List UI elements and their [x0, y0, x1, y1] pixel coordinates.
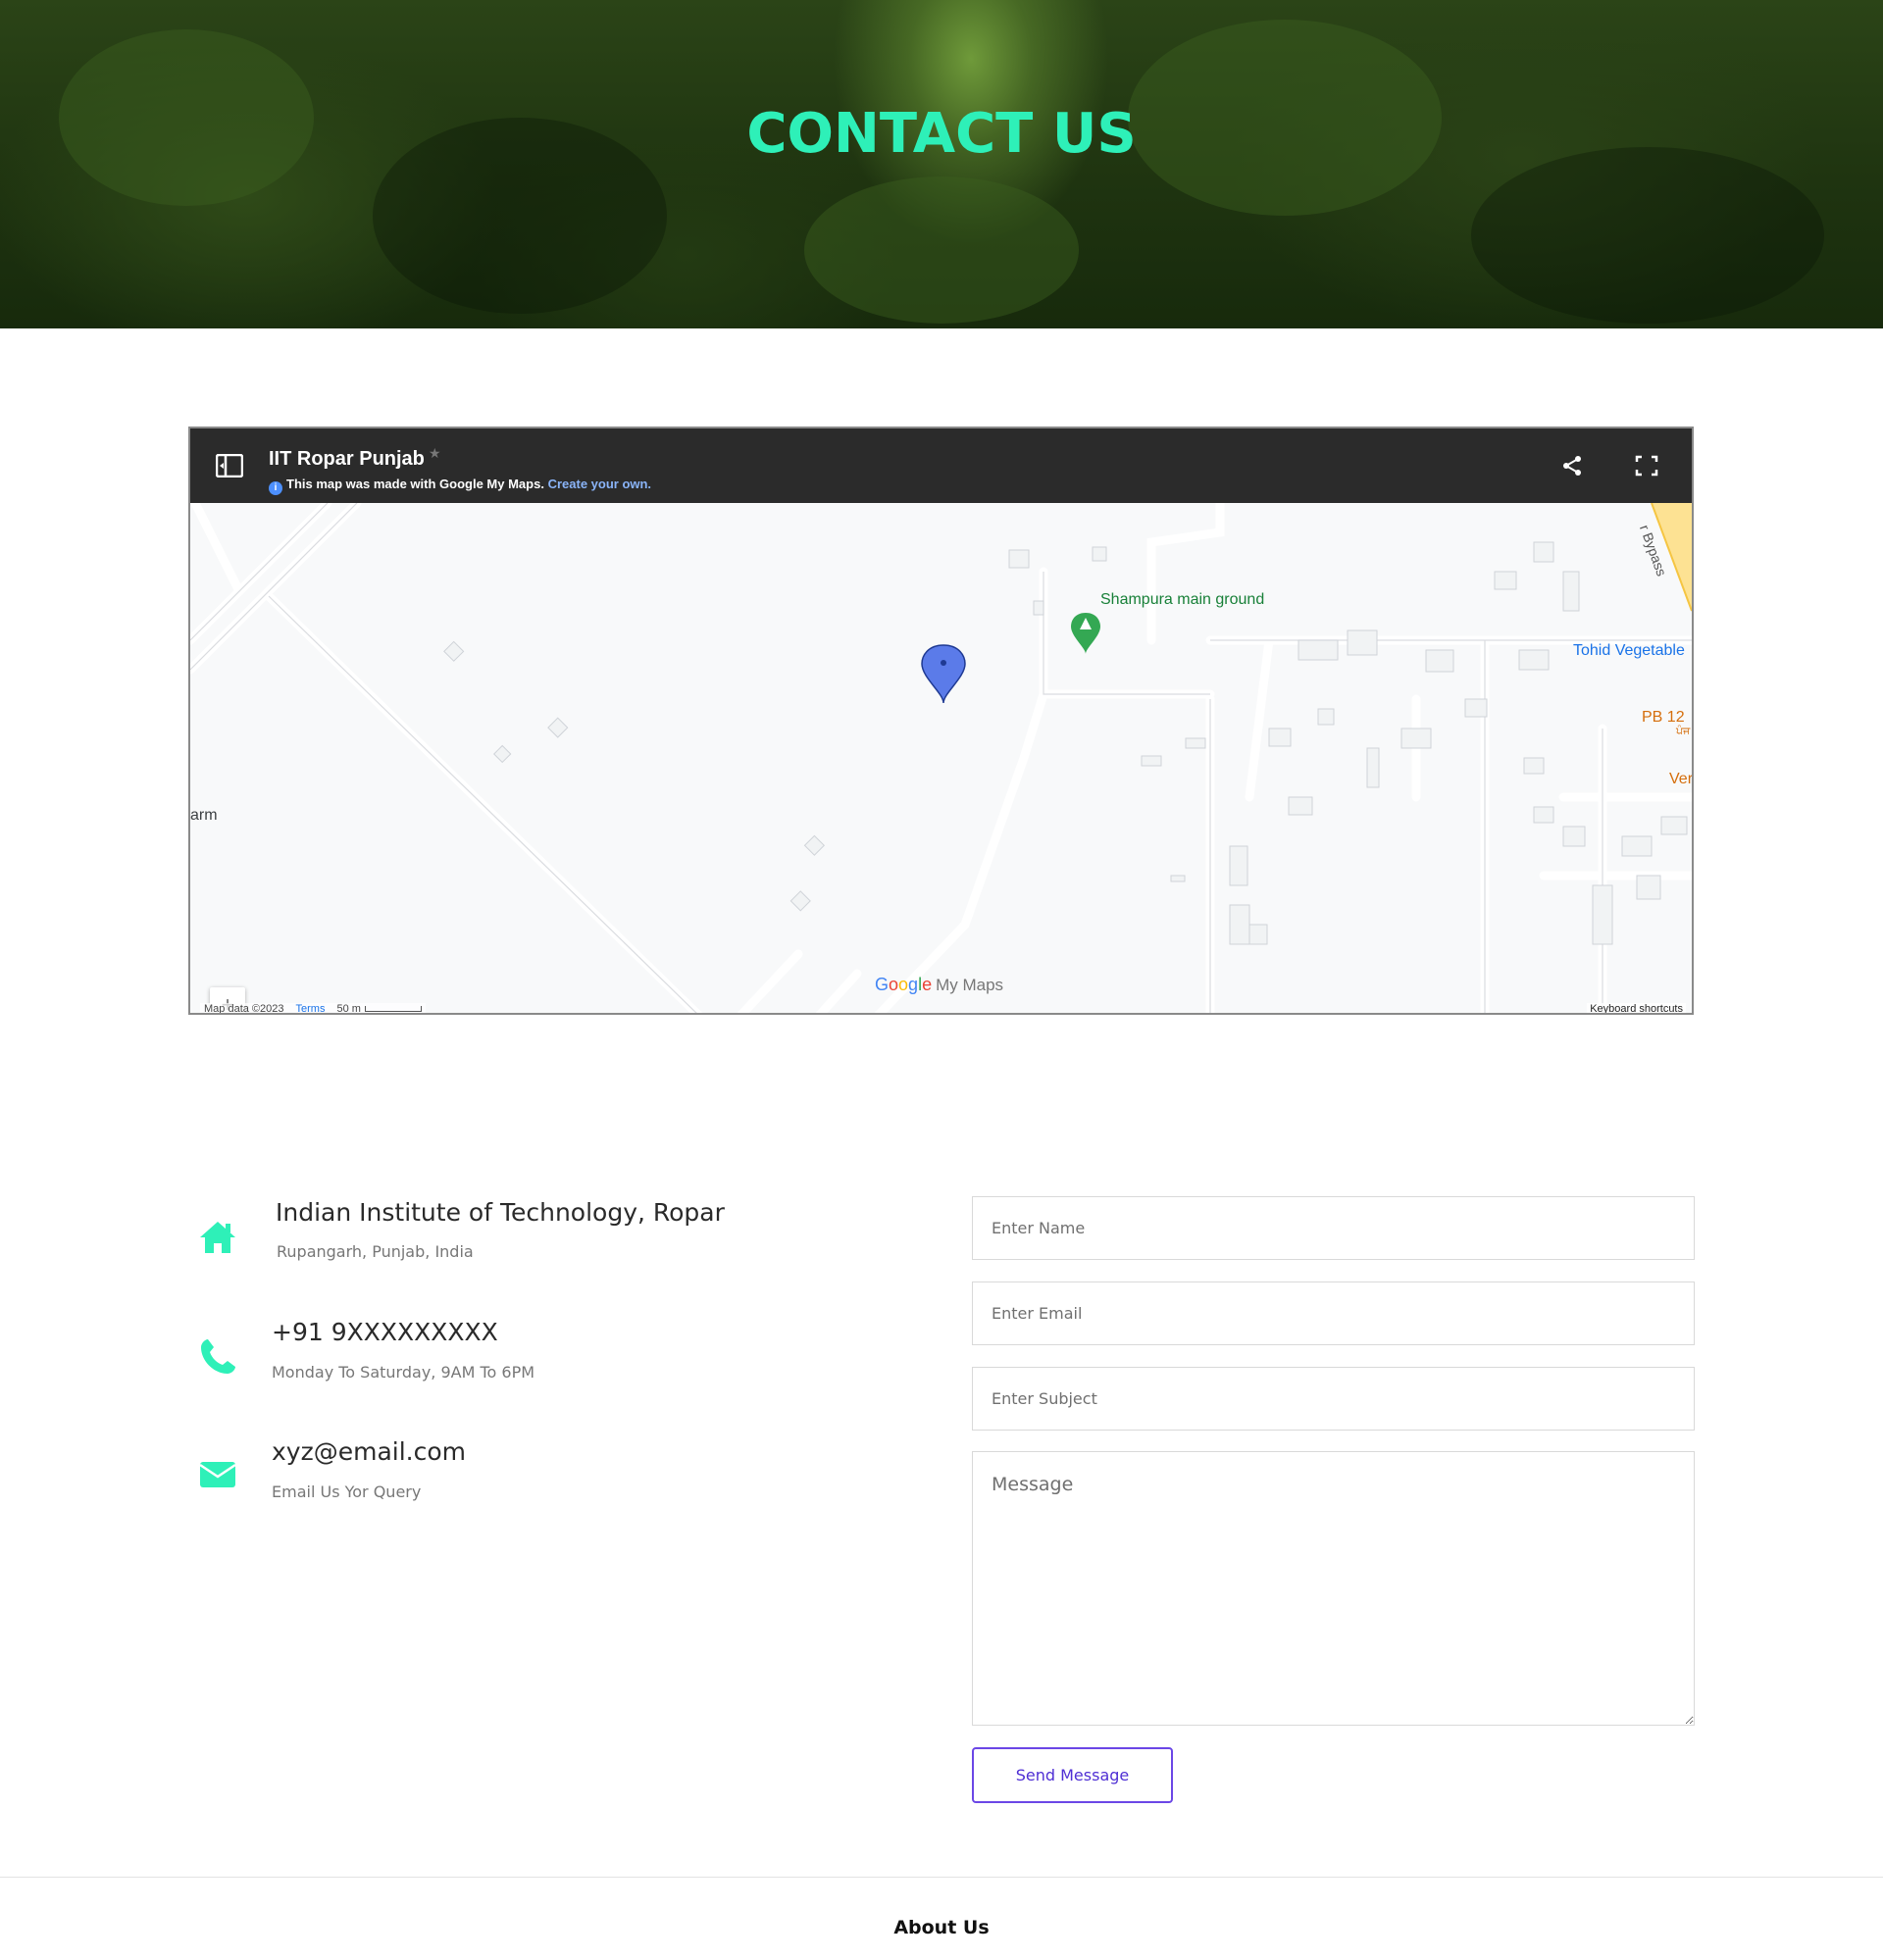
map-attribution: Map data ©2023 Terms 50 m: [200, 1003, 426, 1015]
map-label-ver[interactable]: Ver: [1669, 771, 1692, 788]
map-subtitle: i This map was made with Google My Maps. …: [269, 477, 651, 495]
email-input[interactable]: [972, 1282, 1695, 1345]
footer: About Us: [0, 1877, 1883, 1960]
map-subtitle-text: This map was made with Google My Maps.: [286, 477, 544, 491]
email-subtitle: Email Us Yor Query: [272, 1483, 422, 1501]
star-icon[interactable]: ★: [429, 446, 441, 462]
share-icon[interactable]: [1560, 454, 1584, 477]
tree-marker-icon: [1071, 613, 1100, 654]
map-label-pb12-sub: ਪੰਜ: [1676, 726, 1691, 737]
address-title: Indian Institute of Technology, Ropar: [276, 1198, 725, 1227]
map-label-pb12[interactable]: PB 12: [1642, 709, 1685, 727]
send-message-button[interactable]: Send Message: [972, 1747, 1173, 1803]
map-canvas[interactable]: Shampura main ground Tohid Vegetable PB …: [190, 498, 1692, 1015]
scale-bar: [364, 1006, 422, 1012]
map-pin-icon: [921, 644, 966, 704]
email-title[interactable]: xyz@email.com: [272, 1437, 466, 1466]
scale-label[interactable]: 50 m: [336, 1003, 360, 1013]
page-title: CONTACT US: [746, 102, 1137, 166]
map-title[interactable]: IIT Ropar Punjab: [269, 448, 425, 471]
footer-about-heading: About Us: [893, 1917, 990, 1938]
message-textarea[interactable]: [972, 1451, 1695, 1726]
home-icon: [200, 1222, 235, 1253]
name-input[interactable]: [972, 1196, 1695, 1260]
keyboard-shortcuts-link[interactable]: Keyboard shortcuts: [1587, 1003, 1686, 1013]
map-label-arm: arm: [190, 807, 218, 824]
google-my-maps-logo: Google My Maps: [875, 975, 1004, 994]
hero-foliage: [1471, 147, 1824, 324]
phone-icon: [201, 1339, 235, 1374]
sidebar-toggle-icon[interactable]: [216, 454, 243, 477]
envelope-icon: [199, 1462, 236, 1487]
my-maps-text: My Maps: [936, 976, 1004, 994]
address-subtitle: Rupangarh, Punjab, India: [277, 1242, 474, 1261]
subject-input[interactable]: [972, 1367, 1695, 1431]
terms-link[interactable]: Terms: [296, 1003, 326, 1013]
info-icon: i: [269, 481, 282, 495]
map-label-shampura[interactable]: Shampura main ground: [1100, 591, 1264, 609]
map-header: IIT Ropar Punjab ★ i This map was made wi…: [190, 428, 1692, 503]
map-roads: [190, 498, 1692, 1013]
hero-foliage: [804, 176, 1079, 324]
map-data-text: Map data ©2023: [204, 1003, 284, 1015]
map-label-tohid[interactable]: Tohid Vegetable: [1573, 642, 1685, 660]
hero-banner: CONTACT US: [0, 0, 1883, 328]
phone-subtitle: Monday To Saturday, 9AM To 6PM: [272, 1363, 535, 1382]
embedded-map[interactable]: IIT Ropar Punjab ★ i This map was made wi…: [188, 427, 1694, 1015]
create-map-link[interactable]: Create your own.: [548, 477, 651, 491]
phone-title[interactable]: +91 9XXXXXXXXX: [272, 1318, 498, 1346]
fullscreen-icon[interactable]: [1635, 455, 1658, 477]
